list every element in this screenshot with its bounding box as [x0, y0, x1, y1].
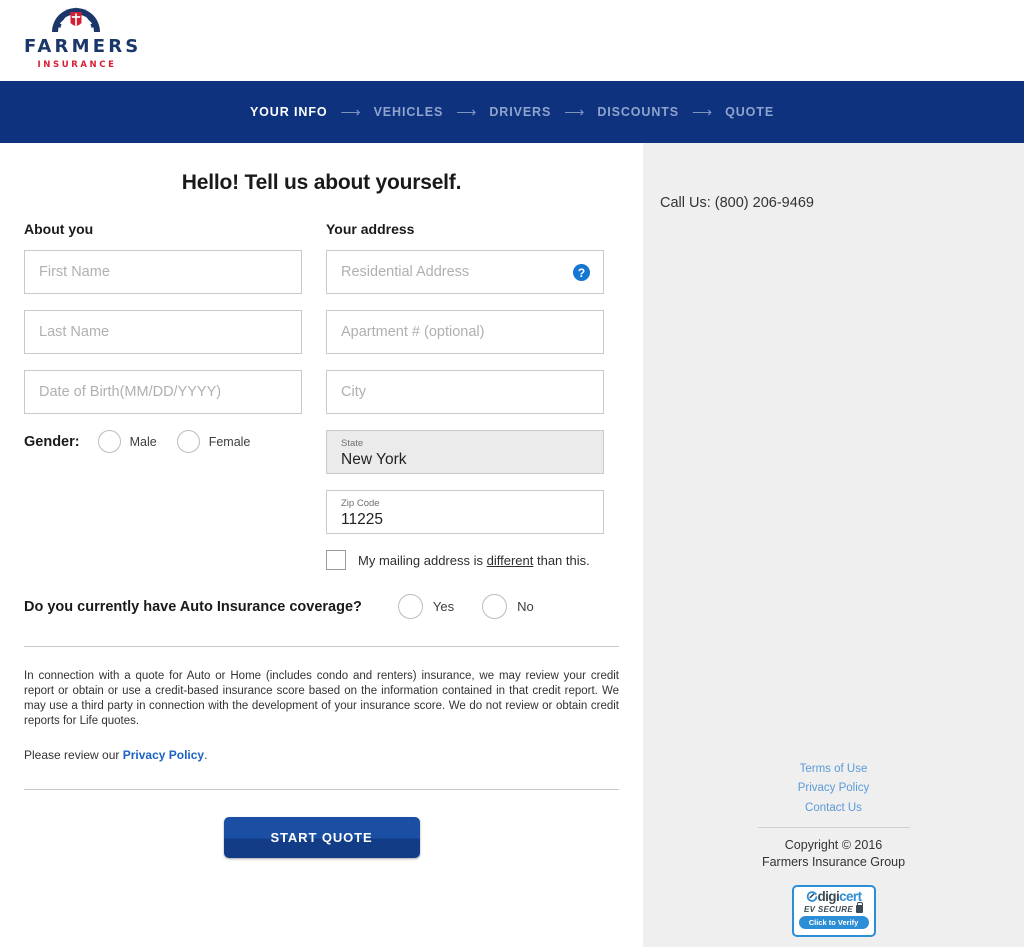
your-address-heading: Your address: [326, 221, 415, 237]
credit-disclaimer-text: In connection with a quote for Auto or H…: [24, 670, 619, 727]
mailing-address-row: My mailing address is different than thi…: [326, 550, 604, 570]
privacy-prefix: Please review our: [24, 748, 123, 762]
sidebar-divider: [757, 827, 910, 828]
last-name-input[interactable]: Last Name: [24, 310, 302, 354]
sunburst-shield-icon: [52, 7, 100, 32]
gender-male-radio[interactable]: [97, 430, 121, 453]
step-vehicles[interactable]: VEHICLES: [374, 105, 444, 119]
privacy-suffix: .: [204, 748, 208, 762]
coverage-no-radio[interactable]: [482, 594, 508, 619]
mailing-emphasis: different: [486, 552, 534, 568]
zip-code-value: 11225: [341, 511, 383, 528]
step-arrow-icon: ⟶: [692, 104, 713, 120]
mailing-address-label: My mailing address is different than thi…: [358, 553, 590, 568]
digicert-wordmark: digicert: [817, 889, 863, 904]
step-discounts[interactable]: DISCOUNTS: [597, 105, 679, 119]
date-of-birth-placeholder: Date of Birth(MM/DD/YYYY): [39, 384, 222, 400]
apartment-input[interactable]: Apartment # (optional): [326, 310, 604, 354]
divider-top: [24, 646, 619, 647]
divider-bottom: [24, 789, 619, 790]
city-input[interactable]: City: [326, 370, 604, 414]
digicert-name-part1: digi: [817, 889, 840, 904]
site-header: FARMERS INSURANCE: [0, 0, 1024, 81]
privacy-policy-line: Please review our Privacy Policy.: [0, 748, 643, 762]
digicert-swoosh-icon: [806, 890, 817, 902]
sidebar-links: Terms of Use Privacy Policy Contact Us: [643, 760, 1024, 819]
coverage-yes-radio[interactable]: [397, 594, 423, 619]
digicert-seal[interactable]: digicert EV SECURE Click to Verify: [791, 885, 876, 937]
start-quote-wrap: START QUOTE: [0, 817, 643, 858]
first-name-placeholder: First Name: [39, 264, 110, 280]
gender-row: Gender: Male Female: [24, 430, 302, 453]
state-value: New York: [341, 451, 407, 468]
terms-of-use-link[interactable]: Terms of Use: [643, 760, 1024, 780]
page-title: Hello! Tell us about yourself.: [181, 171, 462, 194]
privacy-policy-link-sidebar[interactable]: Privacy Policy: [643, 779, 1024, 799]
mailing-prefix: My mailing address is: [358, 552, 487, 568]
progress-navigation: YOUR INFO ⟶ VEHICLES ⟶ DRIVERS ⟶ DISCOUN…: [0, 81, 1024, 143]
first-name-input[interactable]: First Name: [24, 250, 302, 294]
logo-mark: [24, 6, 128, 36]
gender-label: Gender:: [24, 433, 80, 450]
copyright-block: Copyright © 2016 Farmers Insurance Group: [643, 837, 1024, 871]
coverage-question-label: Do you currently have Auto Insurance cov…: [24, 598, 362, 615]
zip-code-input[interactable]: Zip Code 11225: [326, 490, 604, 534]
step-arrow-icon: ⟶: [564, 104, 585, 120]
coverage-yes-label: Yes: [432, 599, 455, 614]
page-body: Hello! Tell us about yourself. About you…: [0, 143, 1024, 947]
step-list: YOUR INFO ⟶ VEHICLES ⟶ DRIVERS ⟶ DISCOUN…: [250, 105, 774, 119]
mailing-suffix: than this.: [533, 552, 590, 568]
coverage-question-row: Do you currently have Auto Insurance cov…: [0, 594, 643, 619]
ev-secure-row: EV SECURE: [794, 902, 874, 914]
help-icon[interactable]: ?: [573, 264, 590, 281]
coverage-options: Yes No: [397, 594, 562, 619]
logo-wordmark: FARMERS: [24, 36, 142, 57]
step-drivers[interactable]: DRIVERS: [489, 105, 551, 119]
about-you-heading: About you: [24, 221, 94, 237]
zip-code-label: Zip Code: [341, 498, 380, 509]
your-address-column: Your address Residential Address ? Apart…: [326, 221, 604, 570]
state-input[interactable]: State New York: [326, 430, 604, 474]
call-us-text: Call Us: (800) 206-9469: [660, 195, 814, 211]
gender-female-radio[interactable]: [176, 430, 200, 453]
city-placeholder: City: [341, 384, 366, 400]
state-label: State: [341, 438, 364, 449]
last-name-placeholder: Last Name: [39, 324, 110, 340]
sidebar-footer: Terms of Use Privacy Policy Contact Us C…: [643, 760, 1024, 937]
farmers-logo[interactable]: FARMERS INSURANCE: [24, 6, 142, 72]
ev-secure-label: EV SECURE: [804, 904, 853, 914]
about-you-column: About you First Name Last Name Date of B…: [24, 221, 302, 570]
mailing-address-checkbox[interactable]: [326, 550, 346, 570]
quote-form-panel: Hello! Tell us about yourself. About you…: [0, 143, 643, 947]
start-quote-button[interactable]: START QUOTE: [223, 817, 420, 858]
sidebar: Call Us: (800) 206-9469 Terms of Use Pri…: [643, 143, 1024, 947]
lock-icon: [855, 902, 864, 913]
gender-male-label: Male: [129, 434, 157, 449]
residential-address-placeholder: Residential Address: [341, 264, 470, 280]
date-of-birth-input[interactable]: Date of Birth(MM/DD/YYYY): [24, 370, 302, 414]
coverage-no-label: No: [517, 599, 534, 614]
click-to-verify-button[interactable]: Click to Verify: [798, 915, 869, 929]
form-columns: About you First Name Last Name Date of B…: [0, 221, 643, 570]
copyright-line-2: Farmers Insurance Group: [761, 855, 906, 869]
step-arrow-icon: ⟶: [456, 104, 477, 120]
gender-female-label: Female: [208, 434, 251, 449]
step-quote[interactable]: QUOTE: [725, 105, 774, 119]
residential-address-input[interactable]: Residential Address ?: [326, 250, 604, 294]
privacy-policy-link[interactable]: Privacy Policy: [123, 748, 204, 762]
step-your-info[interactable]: YOUR INFO: [250, 105, 328, 119]
step-arrow-icon: ⟶: [340, 104, 361, 120]
apartment-placeholder: Apartment # (optional): [341, 324, 485, 340]
logo-subtext: INSURANCE: [37, 60, 117, 70]
copyright-line-1: Copyright © 2016: [784, 838, 883, 852]
contact-us-link[interactable]: Contact Us: [643, 799, 1024, 819]
